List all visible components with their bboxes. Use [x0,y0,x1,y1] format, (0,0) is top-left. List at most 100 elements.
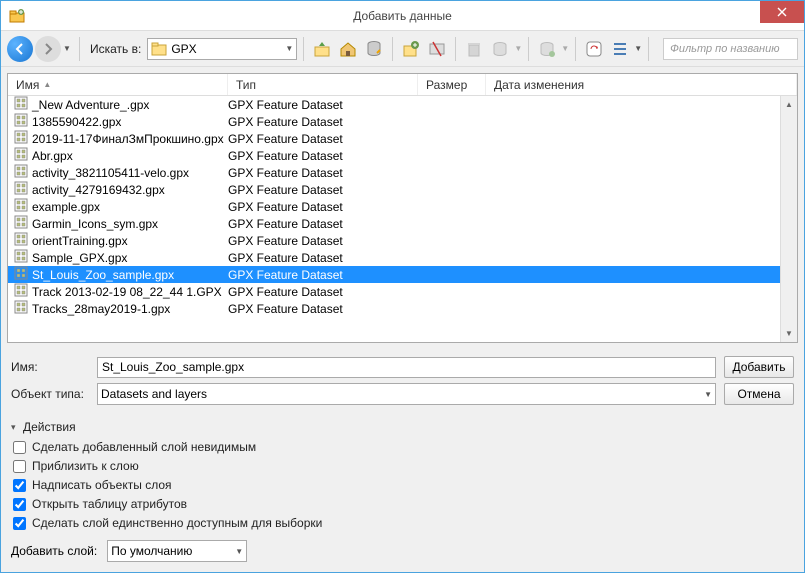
separator [648,37,649,61]
checkbox[interactable] [13,479,26,492]
file-type: GPX Feature Dataset [228,285,418,299]
file-row[interactable]: orientTraining.gpxGPX Feature Dataset [8,232,797,249]
actions-section: ▾ Действия Сделать добавленный слой неви… [1,416,804,572]
filter-placeholder: Фильтр по названию [670,43,779,55]
file-name: Garmin_Icons_sym.gpx [32,217,158,231]
separator [392,37,393,61]
file-type: GPX Feature Dataset [228,268,418,282]
chevron-down-icon: ▼ [704,390,712,399]
file-type: GPX Feature Dataset [228,115,418,129]
object-type-combo[interactable]: Datasets and layers▼ [97,383,716,405]
action-checkbox-row[interactable]: Сделать слой единственно доступным для в… [13,516,794,530]
name-input[interactable]: St_Louis_Zoo_sample.gpx [97,357,716,378]
file-row[interactable]: activity_3821105411-velo.gpxGPX Feature … [8,164,797,181]
file-row[interactable]: Abr.gpx GPX Feature Dataset [8,147,797,164]
file-name: Abr.gpx [32,149,73,163]
gpx-file-icon [14,215,28,232]
connect-geodb-button[interactable] [535,37,559,61]
sort-asc-icon: ▲ [43,80,51,89]
separator [303,37,304,61]
column-date-header[interactable]: Дата изменения [486,74,797,95]
checkbox[interactable] [13,498,26,511]
checkbox[interactable] [13,517,26,530]
gpx-file-icon [14,96,28,113]
new-connection-button[interactable] [399,37,423,61]
add-button[interactable]: Добавить [724,356,794,378]
separator [528,37,529,61]
scroll-up-arrow[interactable]: ▲ [781,96,797,113]
close-button[interactable] [760,1,804,23]
action-checkbox-row[interactable]: Надписать объекты слоя [13,478,794,492]
file-row[interactable]: Sample_GPX.gpx GPX Feature Dataset [8,249,797,266]
column-name-header[interactable]: Имя▲ [8,74,228,95]
checkbox-label: Надписать объекты слоя [32,478,172,492]
checkbox-label: Приблизить к слою [32,459,139,473]
file-type: GPX Feature Dataset [228,251,418,265]
actions-header-label: Действия [23,420,76,434]
file-row[interactable]: Garmin_Icons_sym.gpxGPX Feature Dataset [8,215,797,232]
refresh-button[interactable] [582,37,606,61]
nav-history-dropdown[interactable]: ▼ [63,44,73,53]
action-checkbox-row[interactable]: Приблизить к слою [13,459,794,473]
add-layer-label: Добавить слой: [11,544,97,558]
new-db-button[interactable] [488,37,512,61]
gpx-file-icon [14,283,28,300]
delete-button[interactable] [462,37,486,61]
file-list-area: Имя▲ Тип Размер Дата изменения _New Adve… [7,73,798,343]
database-button[interactable] [362,37,386,61]
file-name: St_Louis_Zoo_sample.gpx [32,268,174,282]
file-row[interactable]: Track 2013-02-19 08_22_44 1.GPXGPX Featu… [8,283,797,300]
column-size-header[interactable]: Размер [418,74,486,95]
scroll-down-arrow[interactable]: ▼ [781,325,797,342]
object-type-label: Объект типа: [11,387,89,401]
file-type: GPX Feature Dataset [228,302,418,316]
filter-input[interactable]: Фильтр по названию [663,38,798,60]
folder-icon [151,41,167,57]
add-data-dialog: Добавить данные ▼ Искать в: GPX ▼ [0,0,805,573]
separator [79,37,80,61]
nav-forward-button[interactable] [35,36,61,62]
file-row[interactable]: 2019-11-17ФиналЗмПрокшино.gpxGPX Feature… [8,130,797,147]
file-type: GPX Feature Dataset [228,166,418,180]
file-name: _New Adventure_.gpx [32,98,149,112]
gpx-file-icon [14,181,28,198]
actions-disclosure[interactable]: ▾ Действия [11,420,794,434]
look-in-combo[interactable]: GPX ▼ [147,38,297,60]
disconnect-button[interactable] [425,37,449,61]
checkbox-label: Сделать добавленный слой невидимым [32,440,256,454]
file-name: Sample_GPX.gpx [32,251,127,265]
cancel-button[interactable]: Отмена [724,383,794,405]
up-level-button[interactable] [310,37,334,61]
list-view-button[interactable] [608,37,632,61]
separator [575,37,576,61]
gpx-file-icon [14,249,28,266]
file-rows: _New Adventure_.gpxGPX Feature Dataset13… [8,96,797,342]
file-type: GPX Feature Dataset [228,149,418,163]
action-checkbox-row[interactable]: Сделать добавленный слой невидимым [13,440,794,454]
app-icon [9,8,25,24]
home-button[interactable] [336,37,360,61]
action-checkbox-row[interactable]: Открыть таблицу атрибутов [13,497,794,511]
look-in-value: GPX [171,42,196,56]
checkbox[interactable] [13,460,26,473]
file-row[interactable]: _New Adventure_.gpx GPX Feature Dataset [8,96,797,113]
file-row[interactable]: example.gpxGPX Feature Dataset [8,198,797,215]
vertical-scrollbar[interactable]: ▲ ▼ [780,96,797,342]
nav-back-button[interactable] [7,36,33,62]
file-row[interactable]: St_Louis_Zoo_sample.gpx GPX Feature Datas… [8,266,797,283]
bottom-inputs: Имя: St_Louis_Zoo_sample.gpx Добавить Об… [1,349,804,416]
add-layer-combo[interactable]: По умолчанию▼ [107,540,247,562]
file-type: GPX Feature Dataset [228,98,418,112]
file-row[interactable]: 1385590422.gpxGPX Feature Dataset [8,113,797,130]
column-type-header[interactable]: Тип [228,74,418,95]
gpx-file-icon [14,113,28,130]
gpx-file-icon [14,232,28,249]
name-label: Имя: [11,360,89,374]
file-row[interactable]: activity_4279169432.gpxGPX Feature Datas… [8,181,797,198]
gpx-file-icon [14,300,28,317]
checkbox-label: Сделать слой единственно доступным для в… [32,516,322,530]
window-title: Добавить данные [1,9,804,23]
file-row[interactable]: Tracks_28may2019-1.gpxGPX Feature Datase… [8,300,797,317]
file-type: GPX Feature Dataset [228,200,418,214]
checkbox[interactable] [13,441,26,454]
